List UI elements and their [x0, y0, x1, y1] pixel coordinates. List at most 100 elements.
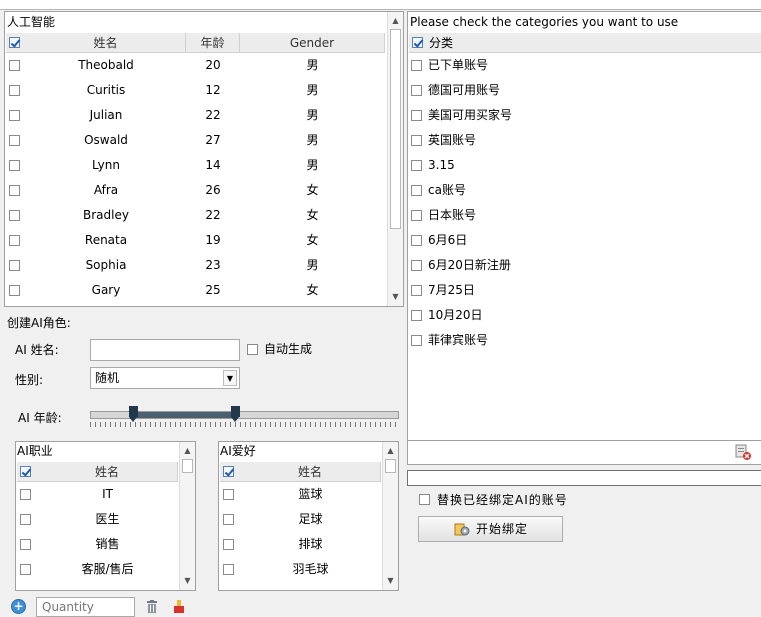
row-checkbox[interactable] [9, 85, 20, 96]
scroll-down-arrow[interactable]: ▼ [180, 573, 195, 588]
row-checkbox[interactable] [9, 60, 20, 71]
table-row[interactable]: Bradley 22 女 [6, 203, 385, 228]
category-item[interactable]: 美国可用买家号 [408, 103, 760, 128]
item-checkbox[interactable] [223, 539, 234, 550]
hobby-list-scrollbar[interactable]: ▲ ▼ [382, 442, 398, 590]
row-name: Julian [89, 108, 123, 122]
table-row[interactable]: Julian 22 男 [6, 103, 385, 128]
list-item[interactable]: 足球 [220, 507, 381, 532]
category-item[interactable]: 德国可用账号 [408, 78, 760, 103]
scroll-thumb[interactable] [182, 459, 193, 473]
item-checkbox[interactable] [223, 564, 234, 575]
col-age[interactable]: 年龄 [186, 33, 240, 53]
row-gender: 女 [306, 208, 319, 222]
scroll-up-arrow[interactable]: ▲ [383, 443, 398, 458]
category-checkbox[interactable] [411, 110, 422, 121]
category-item[interactable]: 3.15 [408, 153, 760, 178]
scroll-up-arrow[interactable]: ▲ [180, 443, 195, 458]
row-checkbox[interactable] [9, 210, 20, 221]
category-checkbox[interactable] [411, 260, 422, 271]
category-checkbox[interactable] [411, 210, 422, 221]
scroll-thumb[interactable] [390, 29, 401, 229]
item-checkbox[interactable] [20, 514, 31, 525]
table-row[interactable]: Theobald 20 男 [6, 53, 385, 78]
list-item[interactable]: 客服/售后 [17, 557, 178, 582]
row-checkbox[interactable] [9, 135, 20, 146]
job-select-all-checkbox[interactable] [20, 466, 31, 477]
table-row[interactable]: Gary 25 女 [6, 278, 385, 303]
category-checkbox[interactable] [411, 285, 422, 296]
category-item[interactable]: 日本账号 [408, 203, 760, 228]
hobby-col-name[interactable]: 姓名 [240, 462, 381, 482]
scroll-down-arrow[interactable]: ▼ [388, 289, 403, 304]
ai-name-input[interactable] [90, 339, 240, 361]
col-gender[interactable]: Gender [240, 33, 385, 53]
category-checkbox[interactable] [411, 160, 422, 171]
table-row[interactable]: Oswald 27 男 [6, 128, 385, 153]
slider-min-handle[interactable] [129, 406, 138, 422]
auto-generate-checkbox[interactable] [247, 344, 258, 355]
row-checkbox[interactable] [9, 185, 20, 196]
category-item[interactable]: 6月20日新注册 [408, 253, 760, 278]
brush-icon[interactable] [172, 600, 186, 613]
item-checkbox[interactable] [223, 489, 234, 500]
gender-select[interactable]: 随机 ▼ [90, 367, 240, 389]
table-row[interactable]: Sophia 23 男 [6, 253, 385, 278]
category-checkbox[interactable] [411, 185, 422, 196]
scroll-down-arrow[interactable]: ▼ [383, 573, 398, 588]
scroll-up-arrow[interactable]: ▲ [388, 13, 403, 28]
categories-select-all-checkbox[interactable] [412, 37, 423, 48]
category-checkbox[interactable] [411, 85, 422, 96]
ai-table-scrollbar[interactable]: ▲ ▼ [387, 12, 403, 306]
job-list-scrollbar[interactable]: ▲ ▼ [179, 442, 195, 590]
list-item[interactable]: 篮球 [220, 482, 381, 507]
category-item[interactable]: 英国账号 [408, 128, 760, 153]
table-row[interactable]: Curitis 12 男 [6, 78, 385, 103]
trash-icon[interactable] [146, 600, 158, 613]
category-item[interactable]: 已下单账号 [408, 53, 760, 78]
category-checkbox[interactable] [411, 310, 422, 321]
item-checkbox[interactable] [223, 514, 234, 525]
category-item[interactable]: 7月25日 [408, 278, 760, 303]
table-row[interactable]: Lynn 14 男 [6, 153, 385, 178]
table-row[interactable]: Afra 26 女 [6, 178, 385, 203]
quantity-input[interactable] [36, 597, 135, 617]
item-checkbox[interactable] [20, 564, 31, 575]
select-all-checkbox[interactable] [9, 37, 20, 48]
age-range-slider[interactable] [90, 404, 400, 432]
category-checkbox[interactable] [411, 335, 422, 346]
item-checkbox[interactable] [20, 489, 31, 500]
categories-title: Please check the categories you want to … [410, 15, 679, 29]
categories-col-label[interactable]: 分类 [429, 33, 453, 53]
list-item[interactable]: 排球 [220, 532, 381, 557]
category-item[interactable]: 6月6日 [408, 228, 760, 253]
row-checkbox[interactable] [9, 235, 20, 246]
row-checkbox[interactable] [9, 285, 20, 296]
row-checkbox[interactable] [9, 260, 20, 271]
category-checkbox[interactable] [411, 60, 422, 71]
category-checkbox[interactable] [411, 135, 422, 146]
category-checkbox[interactable] [411, 235, 422, 246]
category-item[interactable]: ca账号 [408, 178, 760, 203]
chevron-down-icon[interactable]: ▼ [223, 370, 237, 386]
list-item[interactable]: IT [17, 482, 178, 507]
item-checkbox[interactable] [20, 539, 31, 550]
job-col-name[interactable]: 姓名 [37, 462, 178, 482]
list-item[interactable]: 销售 [17, 532, 178, 557]
category-item[interactable]: 10月20日 [408, 303, 760, 328]
replace-bound-checkbox[interactable] [419, 494, 430, 505]
progress-bar [407, 470, 761, 486]
hobby-select-all-checkbox[interactable] [223, 466, 234, 477]
list-item[interactable]: 羽毛球 [220, 557, 381, 582]
add-icon[interactable]: + [11, 599, 26, 614]
delete-icon[interactable] [735, 444, 751, 460]
category-item[interactable]: 菲律宾账号 [408, 328, 760, 353]
start-binding-button[interactable]: 开始绑定 [418, 516, 563, 542]
table-row[interactable]: Renata 19 女 [6, 228, 385, 253]
slider-max-handle[interactable] [231, 406, 240, 422]
row-checkbox[interactable] [9, 160, 20, 171]
col-name[interactable]: 姓名 [26, 33, 186, 53]
scroll-thumb[interactable] [385, 459, 396, 473]
row-checkbox[interactable] [9, 110, 20, 121]
list-item[interactable]: 医生 [17, 507, 178, 532]
